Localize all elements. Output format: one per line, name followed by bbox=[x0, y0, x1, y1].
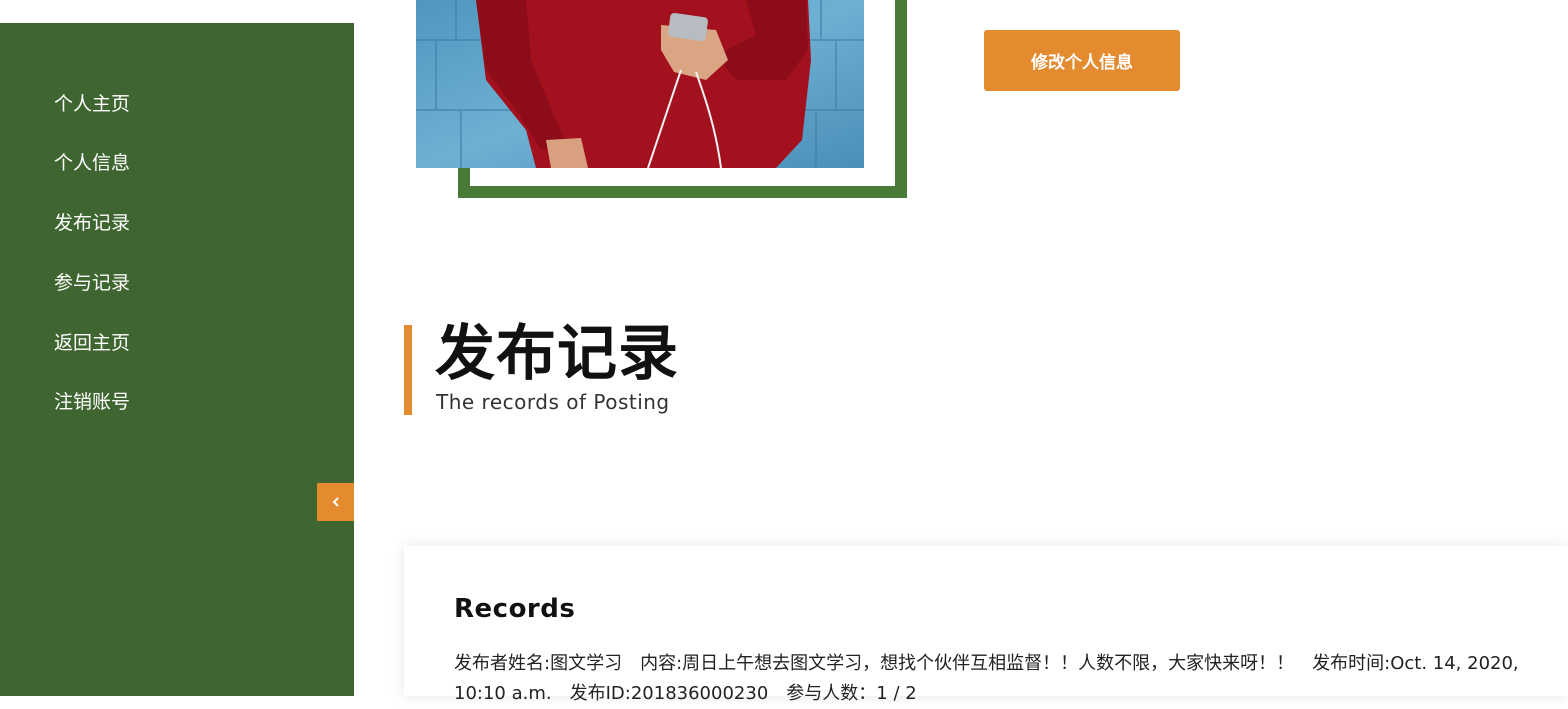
record-publisher: 发布者姓名:图文学习 bbox=[454, 653, 623, 674]
record-content: 内容:周日上午想去图文学习，想找个伙伴互相监督！！人数不限，大家快来呀！！ bbox=[640, 653, 1295, 674]
sidebar-nav: 个人主页 个人信息 发布记录 参与记录 返回主页 注销账号 bbox=[54, 91, 130, 449]
sidebar-item-home[interactable]: 个人主页 bbox=[54, 91, 130, 150]
sidebar-item-profile[interactable]: 个人信息 bbox=[54, 150, 130, 210]
sidebar-item-participation[interactable]: 参与记录 bbox=[54, 270, 130, 330]
sidebar-item-posts[interactable]: 发布记录 bbox=[54, 210, 130, 270]
sidebar-collapse-button[interactable] bbox=[317, 483, 354, 521]
section-title: 发布记录 bbox=[435, 319, 679, 389]
sidebar: 个人主页 个人信息 发布记录 参与记录 返回主页 注销账号 bbox=[0, 23, 354, 696]
sidebar-item-back-home[interactable]: 返回主页 bbox=[54, 330, 130, 389]
records-card: Records 发布者姓名:图文学习 内容:周日上午想去图文学习，想找个伙伴互相监… bbox=[404, 546, 1568, 704]
record-post-id: 发布ID:201836000230 bbox=[569, 683, 769, 704]
profile-photo bbox=[416, 0, 864, 168]
section-subtitle: The records of Posting bbox=[436, 390, 670, 414]
section-accent-bar bbox=[404, 325, 412, 415]
record-participants: 参与人数：1 / 2 bbox=[786, 683, 917, 704]
records-card-title: Records bbox=[454, 594, 576, 624]
edit-profile-button[interactable]: 修改个人信息 bbox=[984, 30, 1180, 91]
list-item: 发布者姓名:图文学习 内容:周日上午想去图文学习，想找个伙伴互相监督！！人数不限，… bbox=[454, 649, 1564, 709]
sidebar-item-logout[interactable]: 注销账号 bbox=[54, 389, 130, 449]
chevron-left-icon bbox=[331, 493, 341, 512]
